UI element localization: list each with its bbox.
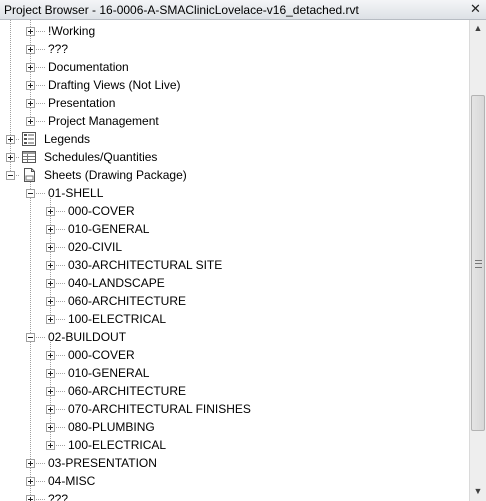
expand-icon[interactable] (26, 477, 35, 486)
tree-node-documentation[interactable]: Documentation (0, 58, 469, 76)
expand-icon[interactable] (46, 297, 55, 306)
node-label: 070-ARCHITECTURAL FINISHES (68, 402, 251, 416)
node-label: Legends (44, 132, 91, 146)
expand-icon[interactable] (26, 459, 35, 468)
tree-node-shell-item[interactable]: 010-GENERAL (0, 220, 469, 238)
tree-node-sheets[interactable]: Sheets (Drawing Package) (0, 166, 469, 184)
project-browser-tree: !Working ??? Documentation Drafting View… (0, 20, 469, 501)
tree-node-drafting-views[interactable]: Drafting Views (Not Live) (0, 76, 469, 94)
tree-node-buildout-item[interactable]: 080-PLUMBING (0, 418, 469, 436)
expand-icon[interactable] (6, 135, 15, 144)
tree-node-presentation-sheets[interactable]: 03-PRESENTATION (0, 454, 469, 472)
expand-icon[interactable] (46, 441, 55, 450)
node-label: 030-ARCHITECTURAL SITE (68, 258, 223, 272)
node-label: 03-PRESENTATION (48, 456, 157, 470)
expand-icon[interactable] (46, 387, 55, 396)
scroll-down-arrow-icon[interactable]: ▼ (470, 483, 486, 500)
node-label: 000-COVER (68, 348, 135, 362)
node-label: 04-MISC (48, 474, 96, 488)
expand-icon[interactable] (26, 45, 35, 54)
expand-icon[interactable] (26, 81, 35, 90)
sheet-icon (24, 168, 35, 182)
tree-node-shell-item[interactable]: 060-ARCHITECTURE (0, 292, 469, 310)
tree-node-shell-item[interactable]: 030-ARCHITECTURAL SITE (0, 256, 469, 274)
expand-icon[interactable] (26, 63, 35, 72)
tree-node-buildout[interactable]: 02-BUILDOUT (0, 328, 469, 346)
expand-icon[interactable] (26, 495, 35, 501)
tree-node-schedules[interactable]: Schedules/Quantities (0, 148, 469, 166)
node-label: 040-LANDSCAPE (68, 276, 165, 290)
node-label: 010-GENERAL (68, 222, 150, 236)
close-icon[interactable]: ✕ (468, 1, 483, 17)
node-label: 100-ELECTRICAL (68, 312, 167, 326)
node-label: !Working (48, 24, 96, 38)
tree-node-buildout-item[interactable]: 060-ARCHITECTURE (0, 382, 469, 400)
expand-icon[interactable] (46, 279, 55, 288)
node-label: 060-ARCHITECTURE (68, 384, 187, 398)
expand-icon[interactable] (46, 207, 55, 216)
expand-icon[interactable] (46, 423, 55, 432)
vertical-scrollbar[interactable]: ▲ ▼ (469, 20, 486, 501)
node-label: 020-CIVIL (68, 240, 123, 254)
tree-node-buildout-item[interactable]: 070-ARCHITECTURAL FINISHES (0, 400, 469, 418)
expand-icon[interactable] (46, 369, 55, 378)
node-label: 080-PLUMBING (68, 420, 155, 434)
collapse-icon[interactable] (6, 171, 15, 180)
node-label: ??? (48, 42, 69, 56)
expand-icon[interactable] (46, 315, 55, 324)
tree-node-presentation[interactable]: Presentation (0, 94, 469, 112)
title-bar: Project Browser - 16-0006-A-SMAClinicLov… (0, 0, 486, 20)
legend-icon (22, 132, 36, 146)
expand-icon[interactable] (46, 225, 55, 234)
expand-icon[interactable] (6, 153, 15, 162)
node-label: Schedules/Quantities (44, 150, 158, 164)
expand-icon[interactable] (46, 261, 55, 270)
node-label: Documentation (48, 60, 129, 74)
tree-node-shell-item[interactable]: 040-LANDSCAPE (0, 274, 469, 292)
tree-node-buildout-item[interactable]: 000-COVER (0, 346, 469, 364)
tree-node-working[interactable]: !Working (0, 22, 469, 40)
node-label: 010-GENERAL (68, 366, 150, 380)
node-label: Drafting Views (Not Live) (48, 78, 181, 92)
tree-node-buildout-item[interactable]: 100-ELECTRICAL (0, 436, 469, 454)
node-label: Presentation (48, 96, 116, 110)
tree-node-unknown[interactable]: ??? (0, 40, 469, 58)
expand-icon[interactable] (26, 117, 35, 126)
tree-node-misc[interactable]: 04-MISC (0, 472, 469, 490)
scroll-up-arrow-icon[interactable]: ▲ (470, 20, 486, 37)
expand-icon[interactable] (46, 243, 55, 252)
node-label: 100-ELECTRICAL (68, 438, 167, 452)
node-label: 01-SHELL (48, 186, 104, 200)
node-label: Sheets (Drawing Package) (44, 168, 187, 182)
tree-node-legends[interactable]: Legends (0, 130, 469, 148)
node-label: ??? (48, 492, 69, 501)
grip-icon (475, 260, 482, 268)
tree-node-project-management[interactable]: Project Management (0, 112, 469, 130)
node-label: 02-BUILDOUT (48, 330, 127, 344)
tree-node-shell-item[interactable]: 020-CIVIL (0, 238, 469, 256)
node-label: Project Management (48, 114, 159, 128)
node-label: 000-COVER (68, 204, 135, 218)
collapse-icon[interactable] (26, 189, 35, 198)
expand-icon[interactable] (46, 405, 55, 414)
tree-node-shell-item[interactable]: 000-COVER (0, 202, 469, 220)
expand-icon[interactable] (46, 351, 55, 360)
expand-icon[interactable] (26, 27, 35, 36)
tree-node-unknown-sheets[interactable]: ??? (0, 490, 469, 501)
expand-icon[interactable] (26, 99, 35, 108)
collapse-icon[interactable] (26, 333, 35, 342)
window-title: Project Browser - 16-0006-A-SMAClinicLov… (4, 3, 359, 17)
tree-node-buildout-item[interactable]: 010-GENERAL (0, 364, 469, 382)
schedule-icon (22, 151, 36, 163)
tree-node-shell[interactable]: 01-SHELL (0, 184, 469, 202)
node-label: 060-ARCHITECTURE (68, 294, 187, 308)
tree-node-shell-item[interactable]: 100-ELECTRICAL (0, 310, 469, 328)
scroll-thumb[interactable] (471, 95, 485, 431)
